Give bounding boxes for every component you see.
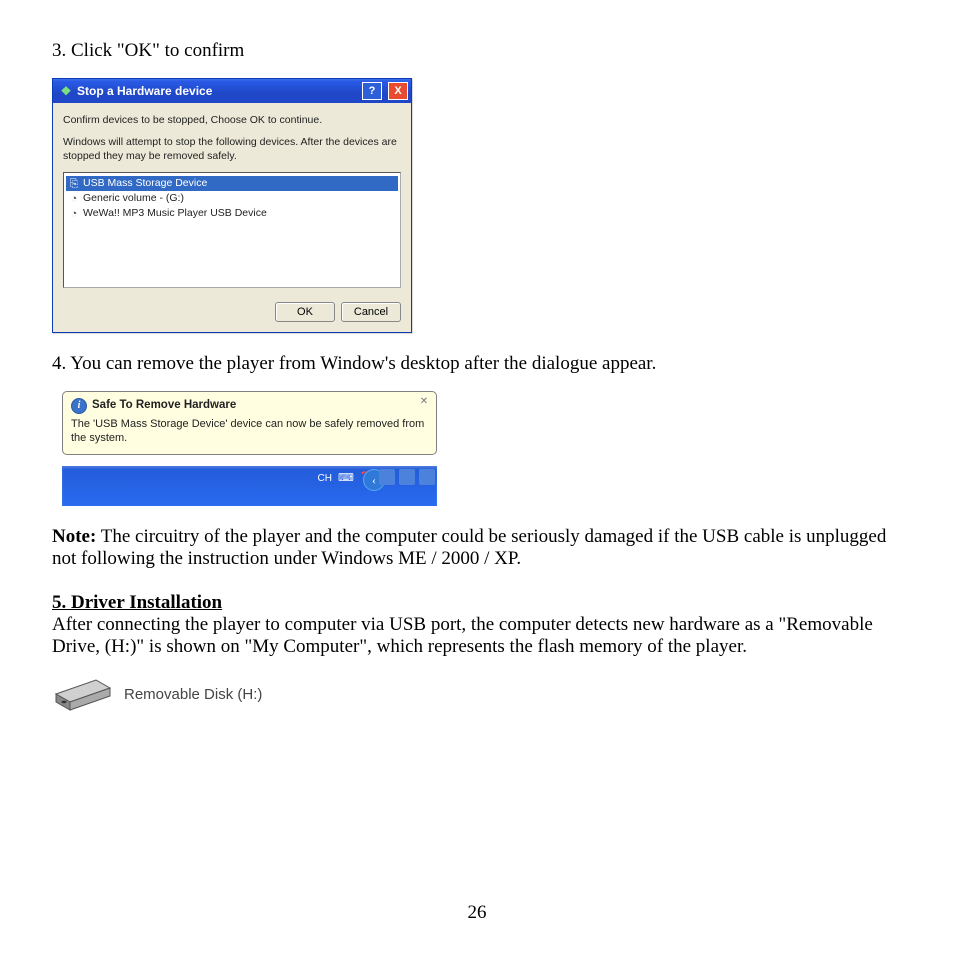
- drive-icon: ◔: [67, 207, 81, 220]
- cancel-button[interactable]: Cancel: [341, 302, 401, 322]
- safe-remove-balloon: ✕ i Safe To Remove Hardware The 'USB Mas…: [62, 391, 437, 456]
- keyboard-icon: ⌨: [338, 472, 352, 485]
- tray-icon-3: [419, 469, 435, 485]
- note-paragraph: Note: The circuitry of the player and th…: [52, 526, 904, 570]
- list-item-label: WeWa!! MP3 Music Player USB Device: [83, 206, 267, 221]
- driver-installation-text: After connecting the player to computer …: [52, 614, 904, 658]
- list-item[interactable]: ◔ WeWa!! MP3 Music Player USB Device: [66, 206, 398, 221]
- ok-button[interactable]: OK: [275, 302, 335, 322]
- list-item[interactable]: ⎘ USB Mass Storage Device: [66, 176, 398, 191]
- step-3-text: 3. Click "OK" to confirm: [52, 40, 904, 62]
- note-text: The circuitry of the player and the comp…: [52, 526, 886, 569]
- device-listbox[interactable]: ⎘ USB Mass Storage Device ◔ Generic volu…: [63, 172, 401, 288]
- note-label: Note:: [52, 526, 96, 547]
- tray-icon-2: [399, 469, 415, 485]
- removable-disk-icon: [52, 676, 114, 714]
- dialog-titlebar[interactable]: ❖ Stop a Hardware device ? X: [53, 79, 411, 103]
- dialog-instruction-2: Windows will attempt to stop the followi…: [63, 135, 401, 163]
- list-item[interactable]: ◔ Generic volume - (G:): [66, 191, 398, 206]
- info-icon: i: [71, 398, 87, 414]
- driver-installation-heading: 5. Driver Installation: [52, 592, 904, 614]
- volume-icon: ◔: [67, 192, 81, 205]
- close-button[interactable]: X: [388, 82, 408, 100]
- safe-remove-balloon-wrap: ✕ i Safe To Remove Hardware The 'USB Mas…: [62, 391, 437, 506]
- balloon-body: The 'USB Mass Storage Device' device can…: [71, 417, 428, 447]
- usb-device-icon: ⎘: [67, 177, 81, 190]
- help-button[interactable]: ?: [362, 82, 382, 100]
- list-item-label: USB Mass Storage Device: [83, 176, 207, 191]
- tray-icon-1: [379, 469, 395, 485]
- step-4-text: 4. You can remove the player from Window…: [52, 353, 904, 375]
- balloon-close-icon[interactable]: ✕: [417, 395, 431, 409]
- balloon-title: Safe To Remove Hardware: [92, 398, 236, 414]
- list-item-label: Generic volume - (G:): [83, 191, 184, 206]
- removable-disk-row: Removable Disk (H:): [52, 676, 904, 714]
- ime-label: CH: [318, 473, 332, 484]
- page-number: 26: [0, 902, 954, 924]
- tray-icons-group: [379, 469, 435, 485]
- stop-hardware-dialog: ❖ Stop a Hardware device ? X Confirm dev…: [52, 78, 412, 333]
- dialog-title: Stop a Hardware device: [77, 84, 356, 98]
- hardware-icon: ❖: [59, 84, 73, 98]
- removable-disk-label: Removable Disk (H:): [124, 686, 262, 703]
- dialog-instruction-1: Confirm devices to be stopped, Choose OK…: [63, 113, 401, 127]
